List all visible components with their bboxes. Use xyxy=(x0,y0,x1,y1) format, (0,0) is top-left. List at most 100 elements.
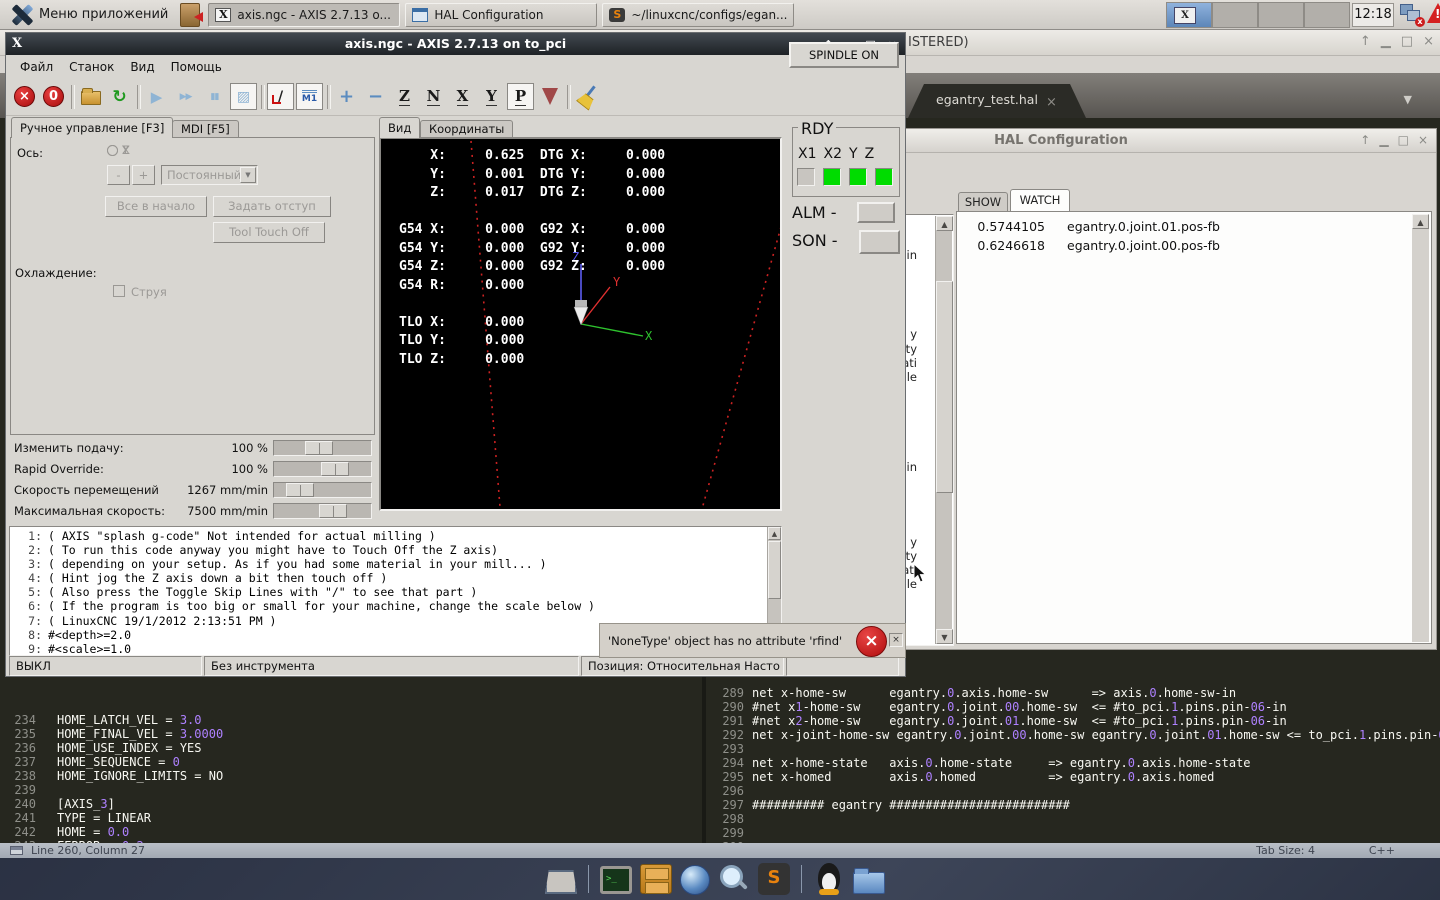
file-cabinet-icon[interactable] xyxy=(640,864,672,894)
slider-handle[interactable] xyxy=(321,462,349,476)
scrollbar-thumb[interactable] xyxy=(768,541,781,599)
error-close-button[interactable]: × xyxy=(889,633,903,647)
clear-backplot-icon[interactable] xyxy=(573,83,600,110)
close-icon[interactable]: × xyxy=(1423,34,1434,49)
minimize-icon[interactable]: ▁ xyxy=(1379,133,1388,147)
toggle-skip-lines-icon[interactable]: / xyxy=(267,83,294,110)
maximize-icon[interactable]: □ xyxy=(1401,34,1413,49)
run-from-line-icon[interactable]: ▶▶ xyxy=(172,83,199,110)
tab-mdi[interactable]: MDI [F5] xyxy=(172,120,239,138)
scroll-up-icon[interactable]: ▲ xyxy=(768,527,781,540)
slider-trough[interactable] xyxy=(273,503,372,519)
slider-handle[interactable] xyxy=(319,504,347,518)
menu-item[interactable]: Станок xyxy=(63,58,120,76)
slider-handle[interactable] xyxy=(286,483,314,497)
step-program-icon[interactable]: ▨ xyxy=(230,83,257,110)
spindle-on-button[interactable]: SPINDLE ON xyxy=(789,42,899,68)
axis-titlebar[interactable]: X axis.ngc - AXIS 2.7.13 on to_pci ↑ ▁ □… xyxy=(6,33,905,55)
mist-checkbox[interactable] xyxy=(113,285,125,297)
menu-item[interactable]: Помощь xyxy=(165,58,228,76)
tab-size-indicator[interactable]: Tab Size: 4 xyxy=(1256,844,1315,857)
folder-icon[interactable] xyxy=(853,872,885,894)
taskbar-window-button[interactable]: S ~/linuxcnc/configs/egan... xyxy=(602,3,794,27)
scroll-up-icon[interactable]: ▲ xyxy=(936,216,953,231)
editor-pane-right[interactable]: 289 net x-home-sw egantry.0.axis.home-sw… xyxy=(708,686,1440,843)
jog-plus-button[interactable]: + xyxy=(132,165,155,185)
editor-pane-left[interactable]: 234 HOME_LATCH_VEL = 3.0 235 HOME_FINAL_… xyxy=(0,713,700,843)
maximize-icon[interactable]: □ xyxy=(1398,133,1409,147)
pause-program-icon[interactable]: ▮▮ xyxy=(201,83,228,110)
run-program-icon[interactable]: ▶ xyxy=(143,83,170,110)
gcode-line[interactable]: 6: ( If the program is too big or small … xyxy=(10,599,781,613)
slider-trough[interactable] xyxy=(273,461,372,477)
network-offline-icon[interactable]: x xyxy=(1400,4,1424,25)
backplot-preview[interactable]: Z Y X X: 0.625 DTG X: 0.000 Y: 0.001 DTG… xyxy=(379,137,782,511)
tab-overflow-icon[interactable]: ▼ xyxy=(1404,93,1412,106)
minimize-icon[interactable]: ▁ xyxy=(1381,34,1391,49)
slider-trough[interactable] xyxy=(273,440,372,456)
web-browser-icon[interactable] xyxy=(680,865,710,895)
logout-icon[interactable] xyxy=(180,3,200,27)
view-rotated-top-icon[interactable]: N xyxy=(420,83,447,110)
slider-trough[interactable] xyxy=(273,482,372,498)
workspace-1[interactable]: X xyxy=(1166,2,1212,28)
slider-handle[interactable] xyxy=(305,441,333,455)
menu-item[interactable]: Файл xyxy=(14,58,59,76)
tree-item-fragment[interactable]: y xyxy=(910,535,917,549)
tree-item-fragment[interactable]: y xyxy=(910,327,917,341)
gcode-line[interactable]: 1: ( AXIS "splash g-code" Not intended f… xyxy=(10,529,781,543)
zoom-out-icon[interactable]: − xyxy=(362,83,389,110)
view-side-x-icon[interactable]: X xyxy=(449,83,476,110)
view-perspective-icon[interactable]: P xyxy=(507,83,534,110)
sublime-text-icon[interactable]: S xyxy=(758,863,790,895)
tool-touch-off-button[interactable]: Tool Touch Off xyxy=(213,222,325,243)
close-icon[interactable]: × xyxy=(1418,133,1428,147)
view-side-y-icon[interactable]: Y xyxy=(478,83,505,110)
menu-item[interactable]: Вид xyxy=(124,58,160,76)
machine-power-icon[interactable]: 0 xyxy=(40,83,67,110)
scrollbar-thumb[interactable] xyxy=(936,281,953,493)
estop-icon[interactable]: × xyxy=(11,83,38,110)
gcode-line[interactable]: 5: ( Also press the Toggle Skip Lines wi… xyxy=(10,585,781,599)
watch-scrollbar[interactable]: ▲ xyxy=(1412,214,1429,642)
syntax-indicator[interactable]: C++ xyxy=(1369,844,1395,857)
open-file-icon[interactable] xyxy=(77,83,104,110)
zoom-in-icon[interactable]: + xyxy=(333,83,360,110)
tab-preview[interactable]: Вид xyxy=(379,117,420,138)
taskbar-window-button[interactable]: X axis.ngc - AXIS 2.7.13 o... xyxy=(208,3,400,27)
touch-off-button[interactable]: Задать отступ xyxy=(213,196,331,217)
toggle-optional-pause-icon[interactable]: M1 xyxy=(296,83,323,110)
reload-file-icon[interactable]: ↻ xyxy=(106,83,133,110)
workspace-3[interactable] xyxy=(1258,2,1304,28)
scroll-down-icon[interactable]: ▼ xyxy=(936,629,953,644)
scroll-up-icon[interactable]: ▲ xyxy=(1412,214,1429,229)
taskbar-window-button[interactable]: HAL Configuration xyxy=(405,3,597,27)
warning-tray-icon[interactable] xyxy=(1427,3,1440,23)
tree-item-fragment[interactable]: in xyxy=(907,248,917,262)
rotate-view-icon[interactable] xyxy=(536,83,563,110)
search-icon[interactable] xyxy=(718,864,750,896)
gcode-line[interactable]: 2: ( To run this code anyway you might h… xyxy=(10,543,781,557)
tab-egantry-test-hal[interactable]: egantry_test.hal xyxy=(908,84,1086,118)
workspace-4[interactable] xyxy=(1304,2,1350,28)
linux-tux-icon[interactable] xyxy=(813,863,845,895)
watch-row[interactable]: 0.6246618 egantry.0.joint.00.pos-fb xyxy=(957,236,1431,255)
jog-minus-button[interactable]: - xyxy=(107,165,130,185)
view-top-icon[interactable]: Z xyxy=(391,83,418,110)
shade-icon[interactable]: ↑ xyxy=(1360,34,1371,49)
watch-row[interactable]: 0.5744105 egantry.0.joint.01.pos-fb xyxy=(957,217,1431,236)
gcode-line[interactable]: 4: ( Hint jog the Z axis down a bit then… xyxy=(10,571,781,585)
tree-scrollbar[interactable]: ▲ ▼ xyxy=(935,216,952,644)
jog-increment-combo[interactable]: Постоянный ▼ xyxy=(161,165,258,185)
home-all-button[interactable]: Все в начало xyxy=(105,196,207,217)
show-desktop-icon[interactable] xyxy=(545,870,577,894)
applications-menu-button[interactable]: Меню приложений xyxy=(0,0,178,30)
axis-radio[interactable]: Z xyxy=(107,143,130,157)
terminal-icon[interactable]: >_ xyxy=(600,866,632,894)
shade-icon[interactable]: ↑ xyxy=(1360,133,1370,147)
tab-close-icon[interactable]: × xyxy=(1046,96,1057,109)
tab-dro[interactable]: Координаты xyxy=(420,120,513,138)
tab-show[interactable]: SHOW xyxy=(958,192,1008,211)
tab-watch[interactable]: WATCH xyxy=(1010,189,1070,211)
tree-item-fragment[interactable]: in xyxy=(907,460,917,474)
